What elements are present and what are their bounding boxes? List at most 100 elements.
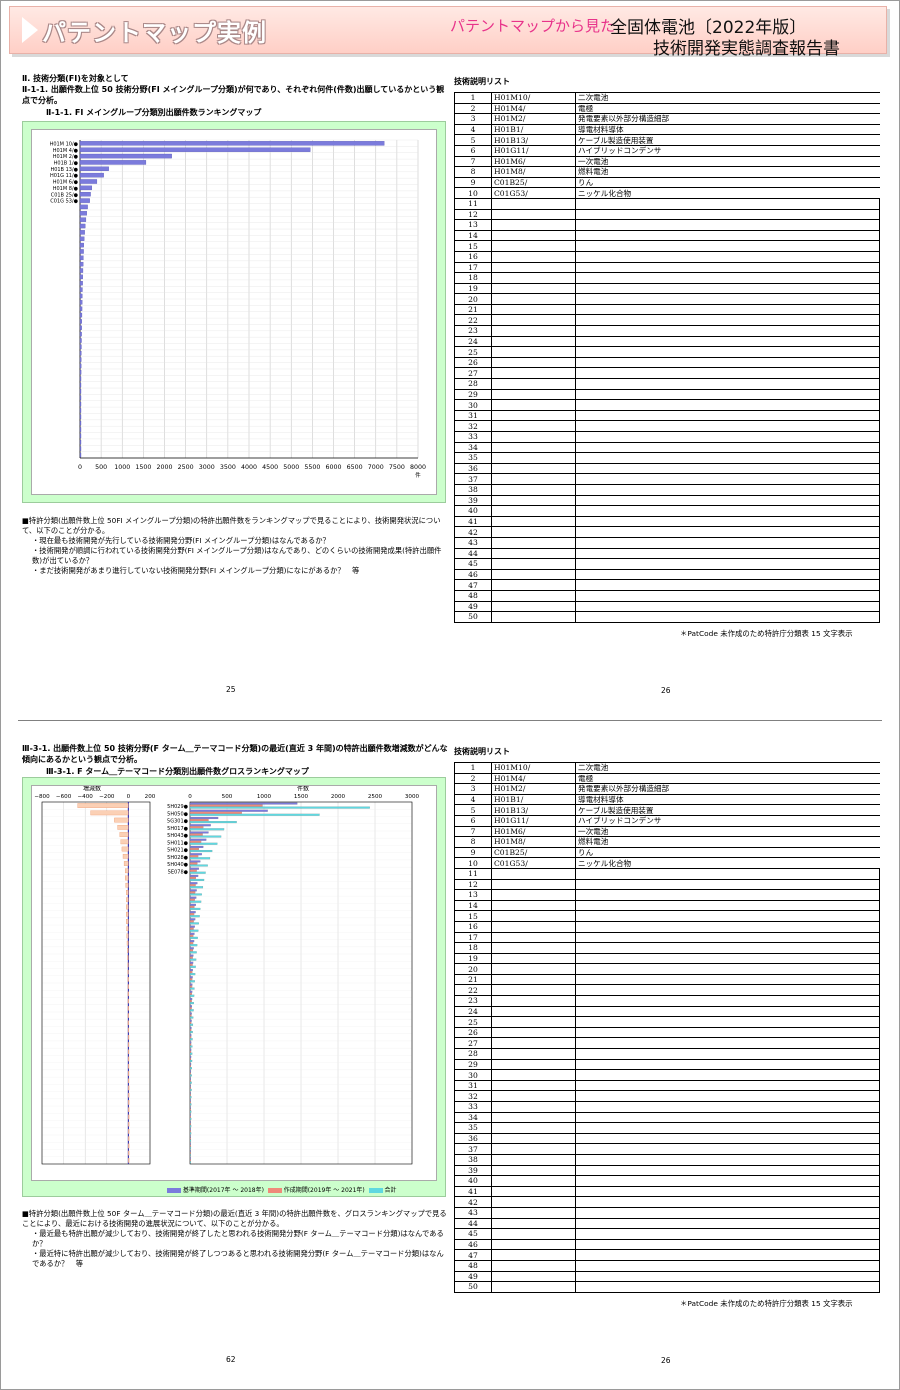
change-bar [128,1107,130,1113]
row-description-cell [575,1058,788,1071]
bullet-intro: ■特許分類(出願件数上位 50F ターム＿テーマコード分類)の最近(直近 3 年… [22,1209,447,1228]
row-code-cell [491,1196,544,1208]
change-bar [128,1129,130,1134]
row-extra-cell [787,920,880,933]
row-gap-cell [543,568,576,581]
x-axis-unit: 件 [415,471,421,479]
row-description-cell [575,1079,788,1092]
data-bar [79,300,83,305]
row-description: 導電材料導体 [575,793,880,806]
row-gap-cell [543,931,576,944]
row-extra-cell [787,1270,880,1283]
row-number: 29 [454,1058,492,1071]
table-row: 44 [454,547,880,560]
row-gap-cell [543,547,576,560]
table-row: 49 [454,600,880,613]
table-row: 38 [454,1153,880,1166]
row-code-cell [491,1228,544,1240]
row-code-cell [491,515,544,528]
bullet-item: ・まだ技術開発があまり進行していない技術開発分野(FI メイングループ分類)にな… [32,566,360,575]
count-bar [189,826,204,829]
change-bar [127,1013,129,1018]
row-gap-cell [543,1101,576,1113]
triangle-arrow-icon [22,17,38,43]
y-category-label: H01M 8/● [53,186,79,192]
page-number-left: 25 [226,685,236,694]
row-gap-cell [543,1090,576,1102]
count-bar [189,961,194,964]
table-row: 15 [454,910,880,922]
row-gap-cell [543,229,576,242]
row-gap-cell [543,1048,576,1060]
row-description-cell [575,1048,788,1060]
x-tick-label: 3500 [220,464,236,471]
count-bar [189,1108,191,1111]
left-axis-label: 増減数 [83,786,101,793]
change-bar [114,817,129,823]
x-tick-label: 1000 [114,464,130,471]
row-number: 15 [454,240,492,252]
row-number: 12 [454,878,492,891]
row-number: 43 [454,1206,492,1219]
data-bar [79,420,82,426]
row-extra-cell [787,303,880,316]
data-bar [79,274,83,280]
row-number: 13 [454,219,492,231]
row-number: 19 [454,282,492,295]
row-code-cell [491,920,544,933]
right-tick-label: 2000 [331,794,346,800]
row-extra-cell [787,1048,880,1060]
count-bar [189,1043,192,1046]
row-gap-cell [543,1217,576,1230]
data-bar [79,204,88,210]
row-gap-cell [543,473,576,485]
row-description: 燃料電池 [575,166,880,178]
count-bar [189,905,195,908]
row-code-cell [491,1132,544,1145]
row-description-cell [575,1249,788,1261]
row-gap-cell [543,431,576,443]
row-number: 10 [454,857,492,869]
row-description-cell [575,1090,788,1102]
table-row: 29 [454,388,880,401]
row-code: H01B13/ [491,804,576,816]
change-bar [128,1071,130,1076]
count-bar [189,971,193,974]
y-category-label: H01M 6/● [53,180,79,186]
data-bar [79,242,84,248]
row-code-cell [491,431,544,443]
row-code-cell [491,250,544,263]
count-bar [189,867,199,870]
row-code-cell [491,208,544,221]
row-code-cell [491,579,544,591]
row-extra-cell [787,409,880,422]
gross-ranking-chart: 増減数 件数−800 −600 −400 −200 0 200 0 500 1000 1500 200… [34,785,420,1165]
row-extra-cell [787,889,880,901]
count-bar [189,1152,191,1155]
change-bar [128,1150,130,1156]
row-gap-cell [543,1153,576,1166]
count-bar [189,1036,192,1039]
count-bar [189,940,195,943]
data-bar [79,370,82,375]
tech-list-title: 技術説明リスト [454,747,510,756]
x-tick-label: 0 [78,464,82,471]
table-row: 5 H01B13/ケーブル製造使用装置 [454,804,880,816]
row-number: 9 [454,176,492,189]
banner-title: パテントマップ実例 [42,19,267,47]
count-bar [189,893,202,896]
row-number: 38 [454,483,492,496]
row-description: りん [575,846,880,859]
row-code-cell [491,1238,544,1251]
row-extra-cell [787,1005,880,1018]
row-extra-cell [787,611,880,623]
row-description-cell [575,1175,788,1187]
row-extra-cell [787,441,880,454]
row-gap-cell [543,1185,576,1198]
row-description-cell [575,431,788,443]
row-number: 40 [454,1175,492,1187]
row-extra-cell [787,325,880,337]
data-bar [79,357,82,362]
row-gap-cell [543,272,576,284]
change-bar [126,904,129,910]
